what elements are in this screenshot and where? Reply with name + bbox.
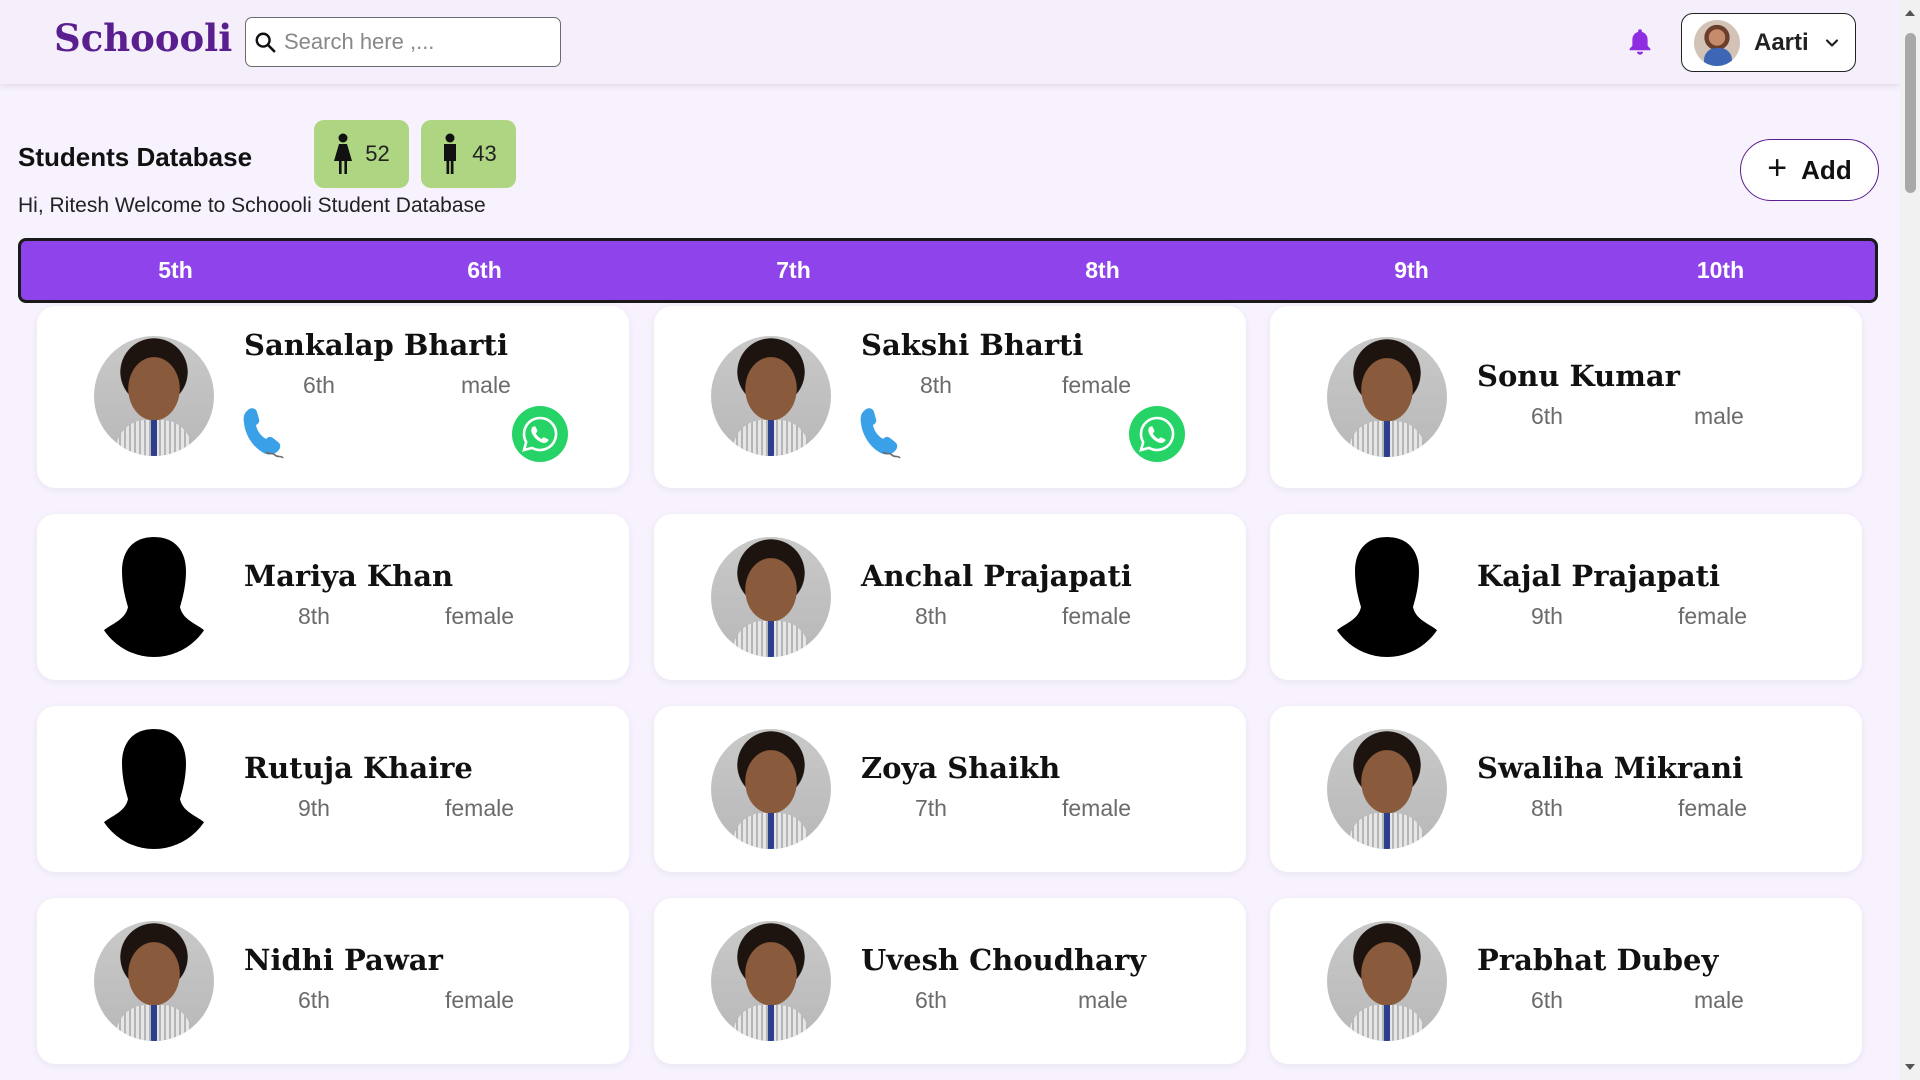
student-class: 9th bbox=[1531, 603, 1563, 629]
student-gender: female bbox=[445, 795, 515, 821]
user-menu[interactable]: Aarti bbox=[1681, 13, 1856, 72]
tab-7th[interactable]: 7th bbox=[639, 241, 948, 300]
student-class: 9th bbox=[298, 795, 330, 821]
student-avatar bbox=[94, 729, 214, 849]
tab-5th[interactable]: 5th bbox=[21, 241, 330, 300]
student-gender: female bbox=[445, 987, 515, 1013]
class-tabs: 5th 6th 7th 8th 9th 10th bbox=[18, 238, 1878, 303]
search-icon bbox=[255, 32, 276, 53]
student-card[interactable]: Kajal Prajapati 9th female bbox=[1270, 514, 1862, 680]
search-input[interactable] bbox=[284, 29, 544, 55]
student-name: Zoya Shaikh bbox=[861, 751, 1061, 785]
plus-icon: + bbox=[1767, 149, 1788, 187]
student-avatar bbox=[711, 921, 831, 1041]
student-card[interactable]: Sonu Kumar 6th male bbox=[1270, 306, 1862, 488]
student-card[interactable]: Prabhat Dubey 6th male bbox=[1270, 898, 1862, 1064]
student-card[interactable]: Rutuja Khaire 9th female bbox=[37, 706, 629, 872]
student-card[interactable]: Nidhi Pawar 6th female bbox=[37, 898, 629, 1064]
student-card[interactable]: Sankalap Bharti 6th male bbox=[37, 306, 629, 488]
student-gender: female bbox=[445, 603, 515, 629]
student-card[interactable]: Sakshi Bharti 8th female bbox=[654, 306, 1246, 488]
student-class: 8th bbox=[298, 603, 330, 629]
student-card[interactable]: Uvesh Choudhary 6th male bbox=[654, 898, 1246, 1064]
whatsapp-icon[interactable] bbox=[511, 405, 569, 463]
student-name: Nidhi Pawar bbox=[244, 943, 443, 977]
page-title: Students Database bbox=[18, 142, 253, 172]
add-label: Add bbox=[1801, 154, 1852, 185]
student-avatar bbox=[1327, 537, 1447, 657]
female-count: 52 bbox=[365, 141, 390, 166]
person-silhouette-icon bbox=[96, 537, 212, 657]
student-class: 7th bbox=[915, 795, 947, 821]
student-avatar bbox=[94, 921, 214, 1041]
scroll-thumb[interactable] bbox=[1905, 33, 1916, 193]
scroll-down-arrow-icon[interactable] bbox=[1904, 1062, 1916, 1072]
student-card[interactable]: Anchal Prajapati 8th female bbox=[654, 514, 1246, 680]
tab-10th[interactable]: 10th bbox=[1566, 241, 1875, 300]
student-gender: male bbox=[461, 372, 511, 398]
student-avatar bbox=[711, 336, 831, 456]
phone-icon[interactable] bbox=[859, 406, 901, 460]
user-avatar bbox=[1694, 19, 1740, 66]
male-icon bbox=[444, 133, 457, 174]
female-icon bbox=[334, 133, 353, 174]
tab-6th[interactable]: 6th bbox=[330, 241, 639, 300]
student-gender: female bbox=[1678, 603, 1748, 629]
student-class: 8th bbox=[915, 603, 947, 629]
student-name: Rutuja Khaire bbox=[244, 751, 473, 785]
female-count-badge: 52 bbox=[314, 120, 409, 188]
tab-8th[interactable]: 8th bbox=[948, 241, 1257, 300]
student-card[interactable]: Mariya Khan 8th female bbox=[37, 514, 629, 680]
page-scrollbar[interactable] bbox=[1900, 0, 1920, 1080]
student-class: 6th bbox=[303, 372, 335, 398]
student-class: 6th bbox=[298, 987, 330, 1013]
tab-9th[interactable]: 9th bbox=[1257, 241, 1566, 300]
male-count: 43 bbox=[472, 141, 497, 166]
student-name: Prabhat Dubey bbox=[1477, 943, 1719, 977]
student-name: Anchal Prajapati bbox=[861, 559, 1132, 593]
bell-icon[interactable] bbox=[1626, 27, 1654, 57]
student-gender: female bbox=[1678, 795, 1748, 821]
student-name: Uvesh Choudhary bbox=[861, 943, 1146, 977]
top-navbar: Schoooli Aarti bbox=[0, 0, 1900, 84]
student-class: 6th bbox=[1531, 403, 1563, 429]
student-name: Sankalap Bharti bbox=[244, 328, 508, 362]
student-avatar bbox=[711, 537, 831, 657]
chevron-down-icon bbox=[1825, 39, 1839, 47]
student-avatar bbox=[94, 336, 214, 456]
student-class: 6th bbox=[915, 987, 947, 1013]
student-gender: female bbox=[1062, 795, 1132, 821]
scroll-up-arrow-icon[interactable] bbox=[1904, 8, 1916, 18]
student-gender: female bbox=[1062, 603, 1132, 629]
search-box[interactable] bbox=[245, 17, 561, 67]
student-avatar bbox=[711, 729, 831, 849]
student-name: Swaliha Mikrani bbox=[1477, 751, 1744, 785]
student-class: 8th bbox=[1531, 795, 1563, 821]
student-name: Kajal Prajapati bbox=[1477, 559, 1721, 593]
student-avatar bbox=[94, 537, 214, 657]
student-gender: male bbox=[1078, 987, 1128, 1013]
user-name: Aarti bbox=[1754, 28, 1809, 56]
phone-icon[interactable] bbox=[242, 406, 284, 460]
student-gender: female bbox=[1062, 372, 1132, 398]
student-name: Mariya Khan bbox=[244, 559, 454, 593]
student-avatar bbox=[1327, 921, 1447, 1041]
student-avatar bbox=[1327, 729, 1447, 849]
student-card[interactable]: Swaliha Mikrani 8th female bbox=[1270, 706, 1862, 872]
welcome-text: Hi, Ritesh Welcome to Schoooli Student D… bbox=[18, 194, 486, 217]
app-logo[interactable]: Schoooli bbox=[54, 16, 232, 60]
student-class: 8th bbox=[920, 372, 952, 398]
male-count-badge: 43 bbox=[421, 120, 516, 188]
student-class: 6th bbox=[1531, 987, 1563, 1013]
student-gender: male bbox=[1694, 403, 1744, 429]
student-avatar bbox=[1327, 337, 1447, 457]
person-silhouette-icon bbox=[96, 729, 212, 849]
student-gender: male bbox=[1694, 987, 1744, 1013]
student-card[interactable]: Zoya Shaikh 7th female bbox=[654, 706, 1246, 872]
whatsapp-icon[interactable] bbox=[1128, 405, 1186, 463]
person-silhouette-icon bbox=[1329, 537, 1445, 657]
student-name: Sonu Kumar bbox=[1477, 359, 1680, 393]
add-student-button[interactable]: + Add bbox=[1740, 139, 1879, 201]
student-name: Sakshi Bharti bbox=[861, 328, 1084, 362]
